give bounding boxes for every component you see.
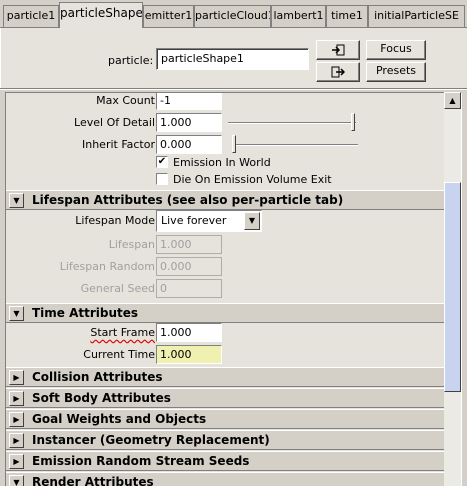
collision-section-title: Collision Attributes bbox=[32, 370, 163, 384]
emission-seeds-section-header[interactable]: ▶ Emission Random Stream Seeds bbox=[6, 451, 444, 471]
tab-emitter1[interactable]: emitter1 bbox=[143, 5, 194, 27]
level-of-detail-field[interactable]: 1.000 bbox=[156, 113, 222, 132]
select-node-icon bbox=[332, 44, 345, 56]
level-of-detail-label: Level Of Detail bbox=[74, 116, 155, 129]
lifespan-section-header[interactable]: ▼ Lifespan Attributes (see also per-part… bbox=[6, 190, 444, 210]
lifespan-mode-label: Lifespan Mode bbox=[75, 214, 155, 227]
lifespan-random-label: Lifespan Random bbox=[59, 260, 155, 273]
instancer-section-title: Instancer (Geometry Replacement) bbox=[32, 433, 270, 447]
max-count-label: Max Count bbox=[96, 94, 155, 107]
tab-lambert1[interactable]: lambert1 bbox=[271, 5, 326, 27]
die-on-emission-checkbox[interactable] bbox=[156, 173, 168, 185]
header-separator bbox=[0, 88, 467, 90]
max-count-field[interactable]: -1 bbox=[156, 93, 222, 110]
lifespan-random-field: 0.000 bbox=[156, 257, 222, 276]
start-frame-row: Start Frame 1.000 bbox=[6, 322, 444, 344]
scroll-up-icon[interactable]: ▲ bbox=[444, 92, 461, 109]
goal-weights-section-header[interactable]: ▶ Goal Weights and Objects bbox=[6, 409, 444, 429]
vertical-scrollbar[interactable]: ▲ bbox=[444, 92, 461, 486]
render-section-header[interactable]: ▼ Render Attributes bbox=[6, 472, 444, 486]
focus-button[interactable]: Focus bbox=[366, 40, 426, 60]
start-frame-label: Start Frame bbox=[90, 326, 155, 339]
emission-seeds-section-title: Emission Random Stream Seeds bbox=[32, 454, 250, 468]
lifespan-row: Lifespan 1.000 bbox=[6, 234, 444, 256]
inherit-factor-field[interactable]: 0.000 bbox=[156, 135, 222, 154]
inherit-factor-label: Inherit Factor bbox=[81, 138, 155, 151]
node-label: particle: bbox=[108, 54, 154, 67]
general-seed-label: General Seed bbox=[80, 282, 155, 295]
presets-button[interactable]: Presets bbox=[366, 62, 426, 82]
inherit-factor-slider[interactable] bbox=[232, 135, 358, 153]
scrollbar-thumb[interactable] bbox=[444, 182, 461, 392]
tab-bar: particle1 particleShape1 emitter1 partic… bbox=[0, 0, 467, 28]
collapsed-arrow-icon[interactable]: ▶ bbox=[9, 454, 24, 469]
general-seed-field: 0 bbox=[156, 279, 222, 298]
expanded-arrow-icon[interactable]: ▼ bbox=[9, 475, 24, 486]
soft-body-section-title: Soft Body Attributes bbox=[32, 391, 171, 405]
lifespan-mode-dropdown[interactable]: Live forever ▼ bbox=[156, 210, 262, 232]
current-time-label: Current Time bbox=[83, 348, 155, 361]
collapsed-arrow-icon[interactable]: ▶ bbox=[9, 433, 24, 448]
load-node-button[interactable] bbox=[316, 62, 360, 82]
emission-in-world-label: Emission In World bbox=[173, 156, 271, 169]
collapsed-arrow-icon[interactable]: ▶ bbox=[9, 370, 24, 385]
node-name-field[interactable]: particleShape1 bbox=[156, 48, 309, 70]
collision-section-header[interactable]: ▶ Collision Attributes bbox=[6, 367, 444, 387]
select-node-button[interactable] bbox=[316, 40, 360, 60]
inherit-factor-slider-thumb[interactable] bbox=[232, 135, 236, 153]
emission-in-world-checkbox[interactable]: ✔ bbox=[156, 156, 168, 168]
tab-time1[interactable]: time1 bbox=[326, 5, 368, 27]
time-section-title: Time Attributes bbox=[32, 306, 139, 320]
die-on-emission-row: Die On Emission Volume Exit bbox=[6, 170, 444, 192]
collapsed-arrow-icon[interactable]: ▶ bbox=[9, 412, 24, 427]
attribute-scroll-area[interactable]: Max Count -1 Level Of Detail 1.000 Inher… bbox=[5, 92, 462, 486]
expanded-arrow-icon[interactable]: ▼ bbox=[9, 193, 24, 208]
start-frame-field[interactable]: 1.000 bbox=[156, 323, 222, 342]
dropdown-arrow-icon[interactable]: ▼ bbox=[244, 212, 260, 230]
time-section-header[interactable]: ▼ Time Attributes bbox=[6, 303, 444, 323]
tab-particleshape1[interactable]: particleShape1 bbox=[59, 2, 143, 28]
soft-body-section-header[interactable]: ▶ Soft Body Attributes bbox=[6, 388, 444, 408]
level-of-detail-slider[interactable] bbox=[228, 113, 356, 131]
current-time-field[interactable]: 1.000 bbox=[156, 345, 222, 364]
general-seed-row: General Seed 0 bbox=[6, 278, 444, 300]
goal-weights-section-title: Goal Weights and Objects bbox=[32, 412, 207, 426]
level-of-detail-slider-thumb[interactable] bbox=[351, 113, 355, 131]
render-section-title: Render Attributes bbox=[32, 475, 154, 486]
load-node-icon bbox=[331, 66, 346, 78]
expanded-arrow-icon[interactable]: ▼ bbox=[9, 306, 24, 321]
lifespan-label: Lifespan bbox=[108, 238, 155, 251]
lifespan-mode-row: Lifespan Mode Live forever ▼ bbox=[6, 210, 444, 232]
tab-particle1[interactable]: particle1 bbox=[3, 5, 59, 27]
current-time-row: Current Time 1.000 bbox=[6, 344, 444, 366]
tab-particlecloud1[interactable]: particleCloud1 bbox=[194, 5, 271, 27]
collapsed-arrow-icon[interactable]: ▶ bbox=[9, 391, 24, 406]
lifespan-random-row: Lifespan Random 0.000 bbox=[6, 256, 444, 278]
attribute-content: Max Count -1 Level Of Detail 1.000 Inher… bbox=[6, 93, 444, 486]
lifespan-mode-value: Live forever bbox=[161, 214, 227, 227]
lifespan-field: 1.000 bbox=[156, 235, 222, 254]
tab-initialparticlese[interactable]: initialParticleSE bbox=[368, 5, 465, 27]
lifespan-section-title: Lifespan Attributes (see also per-partic… bbox=[32, 193, 344, 207]
node-header: particle: particleShape1 Focus Presets bbox=[0, 28, 467, 88]
die-on-emission-label: Die On Emission Volume Exit bbox=[173, 173, 332, 186]
level-of-detail-row: Level Of Detail 1.000 bbox=[6, 112, 444, 134]
max-count-row: Max Count -1 bbox=[6, 93, 444, 112]
instancer-section-header[interactable]: ▶ Instancer (Geometry Replacement) bbox=[6, 430, 444, 450]
